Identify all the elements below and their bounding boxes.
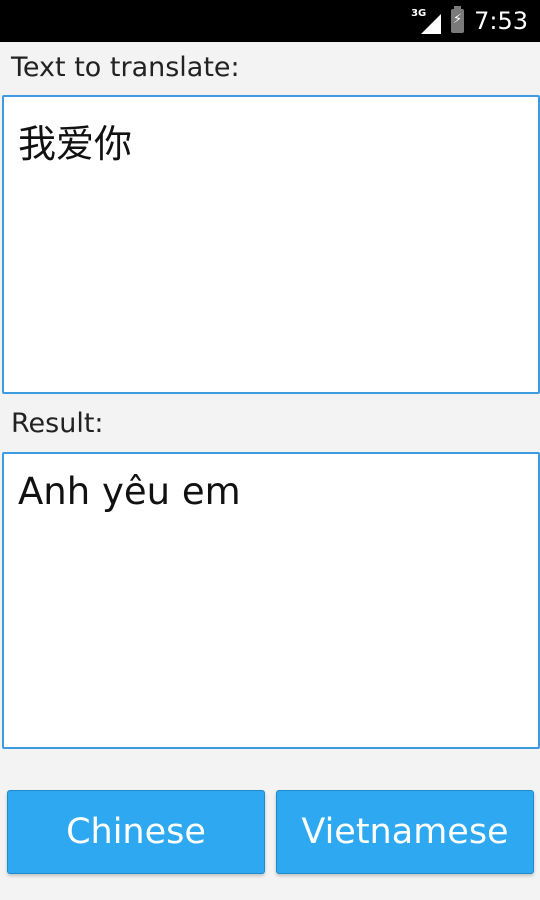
- input-label: Text to translate:: [11, 52, 240, 83]
- battery-charging-icon: ⚡: [451, 6, 465, 33]
- target-language-button[interactable]: Vietnamese: [276, 790, 534, 874]
- signal-strength-icon: [421, 14, 442, 34]
- status-time: 7:53: [474, 7, 528, 35]
- result-text-field[interactable]: Anh yêu em: [2, 452, 540, 749]
- signal-icon: 3G: [411, 8, 442, 34]
- result-label: Result:: [11, 408, 104, 439]
- source-text-input[interactable]: 我爱你: [2, 95, 540, 394]
- status-bar: 3G ⚡ 7:53: [0, 0, 540, 42]
- charging-bolt-icon: ⚡: [453, 12, 463, 27]
- source-language-button[interactable]: Chinese: [7, 790, 265, 874]
